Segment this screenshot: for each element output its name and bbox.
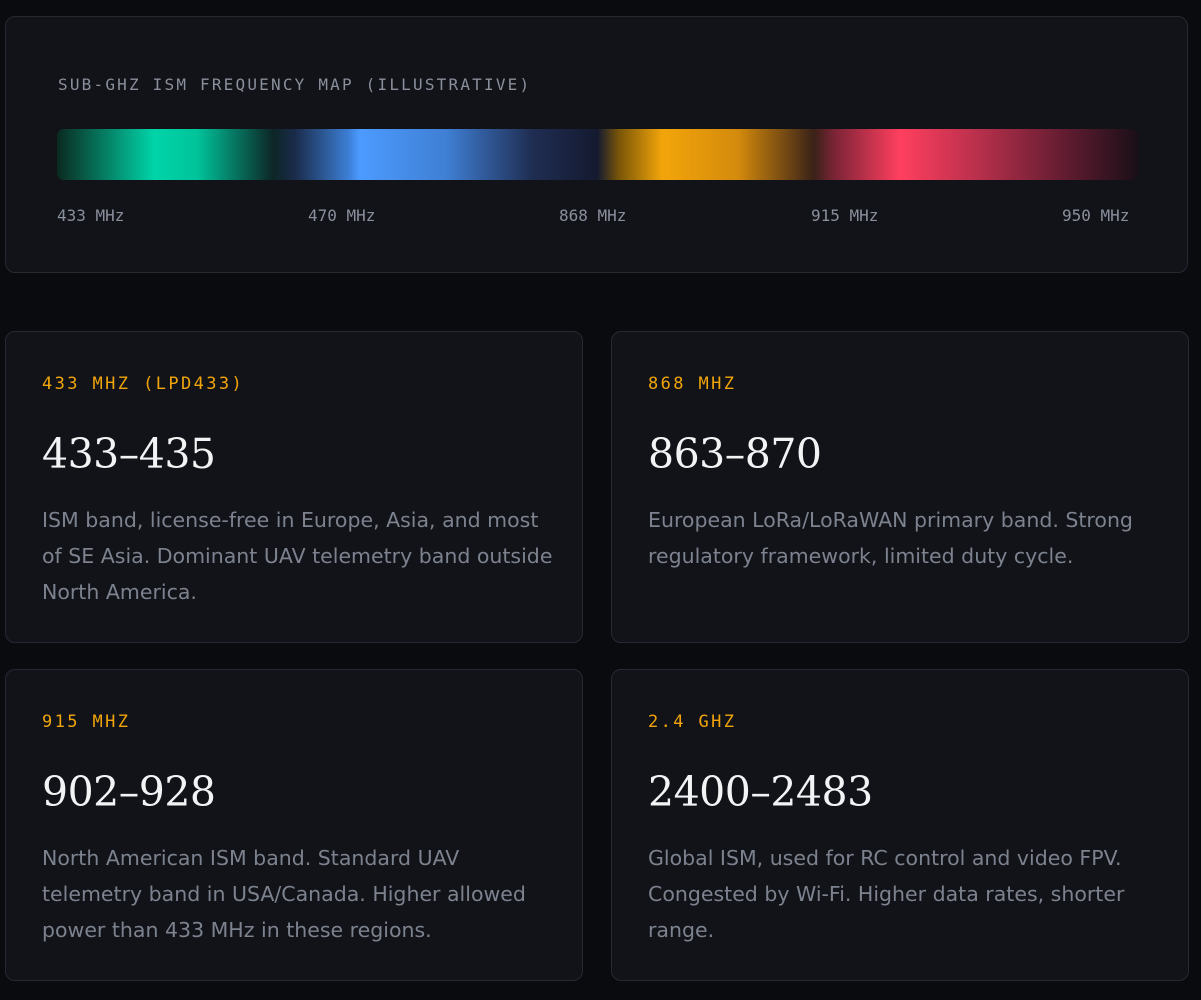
band-card-range: 2400–2483: [648, 768, 873, 816]
band-card-915: 915 MHZ 902–928 North American ISM band.…: [5, 669, 583, 981]
tick-label-915: 915 MHz: [811, 206, 879, 225]
frequency-spectrum-bar: [57, 129, 1138, 180]
band-card-2400: 2.4 GHZ 2400–2483 Global ISM, used for R…: [611, 669, 1189, 981]
band-card-range: 863–870: [648, 430, 822, 478]
tick-label-470: 470 MHz: [308, 206, 376, 225]
band-card-433: 433 MHZ (LPD433) 433–435 ISM band, licen…: [5, 331, 583, 643]
band-card-description: ISM band, license-free in Europe, Asia, …: [42, 508, 553, 604]
frequency-map-panel: SUB-GHZ ISM FREQUENCY MAP (ILLUSTRATIVE)…: [5, 16, 1188, 273]
band-card-label: 868 MHZ: [648, 374, 737, 394]
tick-label-433: 433 MHz: [57, 206, 125, 225]
band-card-description: Global ISM, used for RC control and vide…: [648, 846, 1125, 942]
band-card-description: European LoRa/LoRaWAN primary band. Stro…: [648, 508, 1133, 568]
band-card-868: 868 MHZ 863–870 European LoRa/LoRaWAN pr…: [611, 331, 1189, 643]
tick-label-950: 950 MHz: [1062, 206, 1130, 225]
band-card-range: 902–928: [42, 768, 216, 816]
band-card-range: 433–435: [42, 430, 216, 478]
band-card-label: 433 MHZ (LPD433): [42, 374, 245, 394]
band-card-description: North American ISM band. Standard UAV te…: [42, 846, 526, 942]
frequency-map-title: SUB-GHZ ISM FREQUENCY MAP (ILLUSTRATIVE): [58, 75, 532, 94]
band-card-label: 915 MHZ: [42, 712, 131, 732]
tick-label-868: 868 MHz: [559, 206, 627, 225]
band-card-label: 2.4 GHZ: [648, 712, 737, 732]
